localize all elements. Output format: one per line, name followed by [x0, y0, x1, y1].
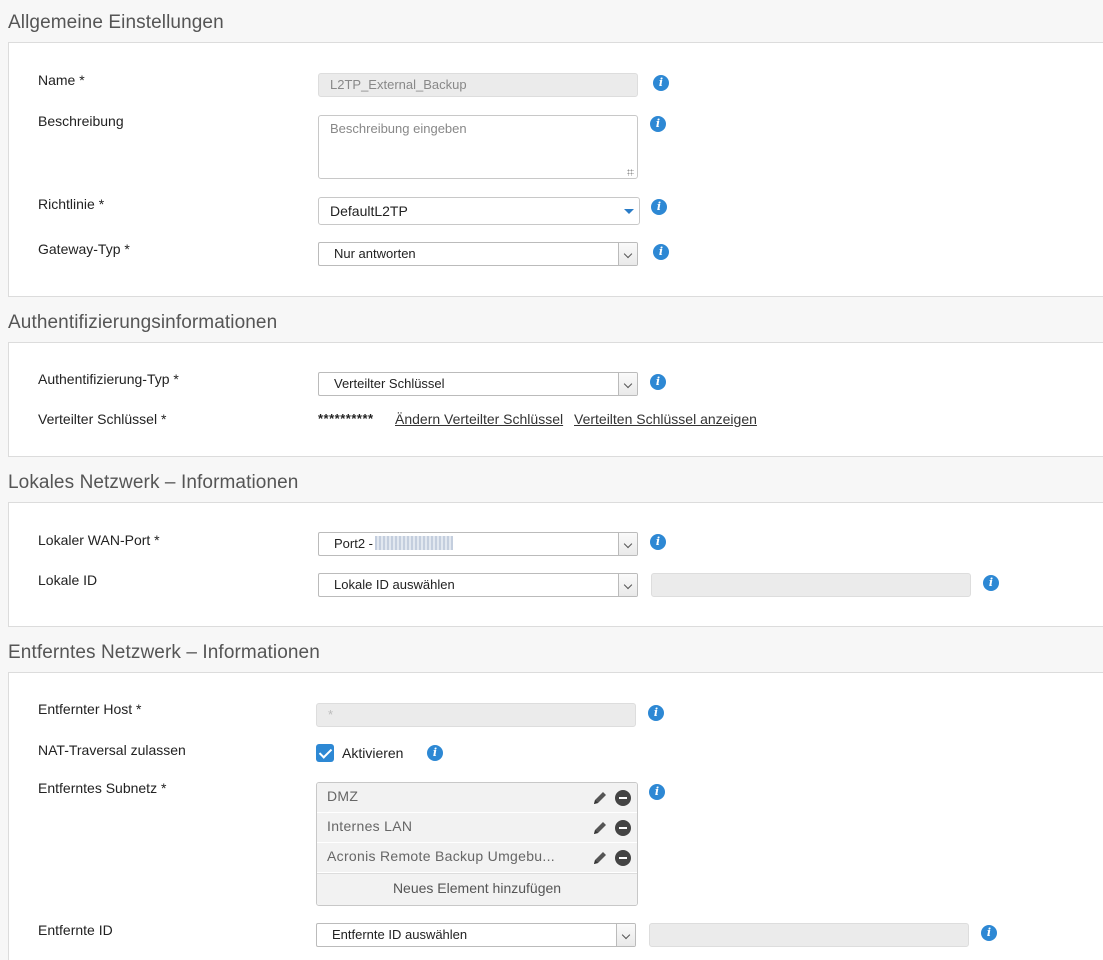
nat-traversal-checkbox[interactable] — [316, 744, 334, 762]
info-icon[interactable]: i — [981, 925, 997, 941]
minus-circle-icon[interactable] — [615, 790, 631, 806]
info-icon[interactable]: i — [427, 745, 443, 761]
add-item-button[interactable]: Neues Element hinzufügen — [317, 873, 637, 905]
chevron-down-icon — [618, 243, 637, 265]
description-label: Beschreibung — [38, 113, 124, 129]
name-field[interactable]: L2TP_External_Backup — [318, 73, 638, 97]
info-icon[interactable]: i — [653, 244, 669, 260]
info-icon[interactable]: i — [650, 534, 666, 550]
remote-id-field[interactable] — [649, 923, 969, 947]
list-item-label: DMZ — [327, 788, 359, 804]
chevron-down-icon — [616, 924, 635, 946]
local-id-select[interactable]: Lokale ID auswählen — [318, 573, 638, 597]
gateway-type-select[interactable]: Nur antworten — [318, 242, 638, 266]
minus-circle-icon[interactable] — [615, 820, 631, 836]
auth-type-select[interactable]: Verteilter Schlüssel — [318, 372, 638, 396]
section-title-general: Allgemeine Einstellungen — [8, 12, 224, 33]
local-id-field[interactable] — [651, 573, 971, 597]
remote-id-value: Entfernte ID auswählen — [332, 927, 468, 942]
resize-grip-icon[interactable] — [627, 169, 634, 176]
info-icon[interactable]: i — [649, 784, 665, 800]
list-item-label: Acronis Remote Backup Umgebu... — [327, 848, 555, 864]
chevron-down-icon — [618, 533, 637, 555]
list-item: DMZ — [317, 783, 637, 813]
caret-down-icon — [624, 209, 634, 214]
list-item: Acronis Remote Backup Umgebu... — [317, 843, 637, 873]
nat-traversal-checkbox-label[interactable]: Aktivieren — [342, 745, 403, 761]
remote-host-label: Entfernter Host * — [38, 701, 142, 717]
auth-type-label: Authentifizierung-Typ * — [38, 371, 179, 387]
panel-auth — [8, 342, 1103, 457]
section-title-local: Lokales Netzwerk – Informationen — [8, 472, 299, 493]
wan-port-select[interactable]: Port2 - — [318, 532, 638, 556]
info-icon[interactable]: i — [983, 575, 999, 591]
policy-label: Richtlinie * — [38, 196, 105, 212]
section-title-remote: Entferntes Netzwerk – Informationen — [8, 642, 320, 663]
auth-type-value: Verteilter Schlüssel — [334, 376, 445, 391]
pencil-icon[interactable] — [592, 820, 608, 836]
info-icon[interactable]: i — [648, 705, 664, 721]
show-key-link[interactable]: Verteilten Schlüssel anzeigen — [574, 411, 757, 427]
info-icon[interactable]: i — [650, 374, 666, 390]
info-icon[interactable]: i — [651, 199, 667, 215]
redacted-ip — [375, 536, 454, 550]
minus-circle-icon[interactable] — [615, 850, 631, 866]
wan-port-label: Lokaler WAN-Port * — [38, 532, 160, 548]
nat-traversal-label: NAT-Traversal zulassen — [38, 742, 186, 758]
local-id-value: Lokale ID auswählen — [334, 577, 455, 592]
remote-id-label: Entfernte ID — [38, 922, 113, 938]
gateway-type-label: Gateway-Typ * — [38, 241, 130, 257]
preshared-key-masked: ********** — [318, 411, 374, 426]
description-placeholder: Beschreibung eingeben — [330, 121, 467, 136]
remote-subnet-label: Entferntes Subnetz * — [38, 780, 167, 796]
section-title-auth: Authentifizierungsinformationen — [8, 312, 278, 333]
info-icon[interactable]: i — [653, 75, 669, 91]
panel-local — [8, 502, 1103, 627]
gateway-type-value: Nur antworten — [334, 246, 416, 261]
chevron-down-icon — [618, 574, 637, 596]
info-icon[interactable]: i — [650, 116, 666, 132]
policy-select-value: DefaultL2TP — [330, 203, 408, 219]
pencil-icon[interactable] — [592, 850, 608, 866]
preshared-key-label: Verteilter Schlüssel * — [38, 411, 167, 427]
name-label: Name * — [38, 72, 85, 88]
wan-port-value: Port2 - — [334, 536, 374, 551]
remote-id-select[interactable]: Entfernte ID auswählen — [316, 923, 636, 947]
list-item-label: Internes LAN — [327, 818, 413, 834]
change-key-link[interactable]: Ändern Verteilter Schlüssel — [395, 411, 563, 427]
pencil-icon[interactable] — [592, 790, 608, 806]
remote-host-field[interactable]: * — [316, 703, 636, 727]
list-item: Internes LAN — [317, 813, 637, 843]
local-id-label: Lokale ID — [38, 572, 98, 588]
description-field[interactable]: Beschreibung eingeben — [318, 115, 638, 179]
remote-subnet-list: DMZ Internes LAN Acronis Remote Backup U… — [316, 782, 638, 906]
chevron-down-icon — [618, 373, 637, 395]
policy-select[interactable]: DefaultL2TP — [318, 197, 640, 225]
